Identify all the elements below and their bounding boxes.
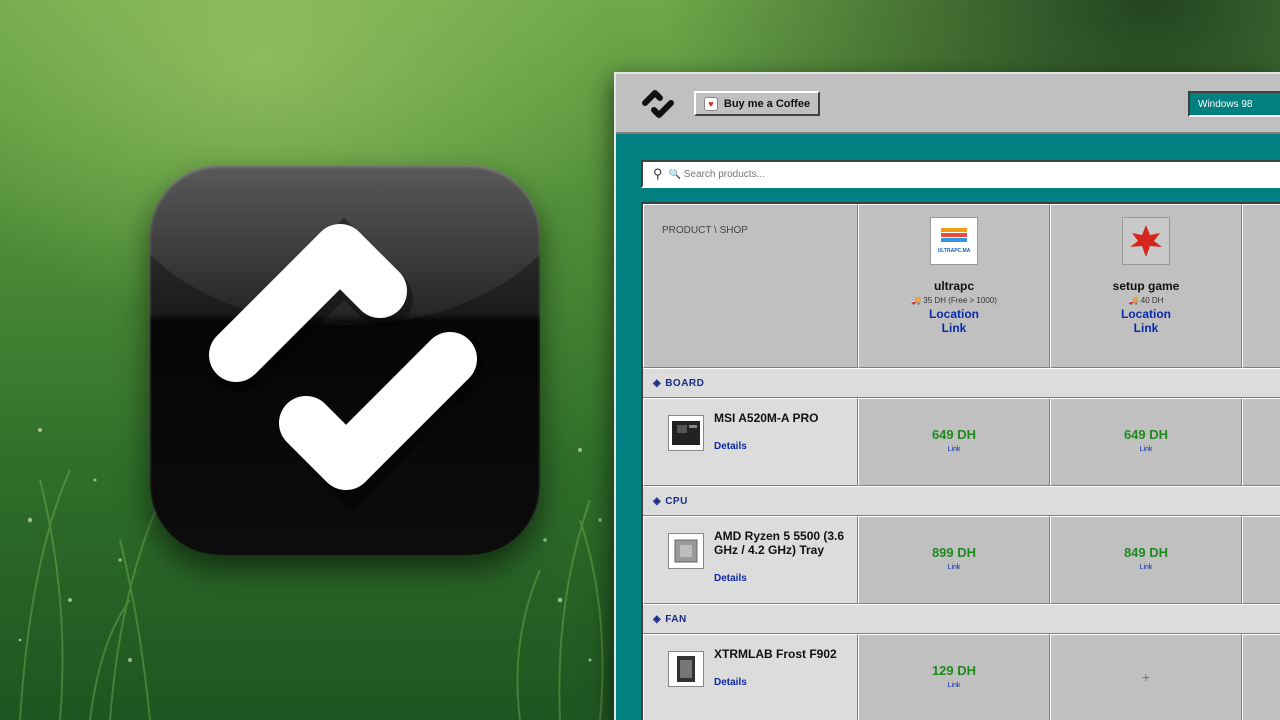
product-cell: AMD Ryzen 5 5500 (3.6 GHz / 4.2 GHz) Tra… (643, 516, 858, 604)
layers-icon: ◈ (653, 378, 662, 389)
truck-icon: 🚚 (1128, 296, 1139, 305)
price-cell: 649 DH Link (1050, 398, 1242, 486)
price-link[interactable]: Link (859, 682, 1049, 689)
shop-link[interactable]: Link (859, 321, 1049, 335)
svg-text:ULTRAPC.MA: ULTRAPC.MA (938, 248, 971, 254)
layers-icon: ◈ (653, 496, 662, 507)
category-row-board: ◈ BOARD (643, 368, 1280, 398)
buy-coffee-label: Buy me a Coffee (723, 97, 811, 110)
product-details-link[interactable]: Details (714, 573, 747, 584)
category-row-cpu: ◈ CPU (643, 486, 1280, 516)
shop-logo-setup-game (1122, 217, 1170, 265)
theme-select-value: Windows 98 (1198, 99, 1253, 110)
price-cell-partial (1242, 516, 1280, 604)
search-icon: ⚲ (653, 166, 663, 181)
price-cell: 849 DH Link (1050, 516, 1242, 604)
shop-header-setup-game: setup game 🚚 40 DH Location Link (1050, 204, 1242, 368)
shop-name: ultrapc (933, 279, 974, 293)
price-value: 849 DH (1123, 545, 1169, 560)
price-cell-partial (1242, 398, 1280, 486)
corner-label: PRODUCT \ SHOP (662, 225, 748, 236)
price-value: 649 DH (1123, 427, 1169, 442)
category-name: FAN (665, 614, 687, 625)
price-comparison-table: PRODUCT \ SHOP ULTRAPC.MA ultrapc 🚚 35 D… (641, 202, 1280, 720)
search-bar: ⚲ (641, 160, 1280, 188)
category-row-fan: ◈ FAN (643, 604, 1280, 634)
top-bar: ♥ Buy me a Coffee Windows 98 (616, 74, 1280, 134)
product-cell: XTRMLAB Frost F902 Details (643, 634, 858, 720)
truck-icon: 🚚 (911, 296, 922, 305)
coffee-heart-icon: ♥ (703, 96, 718, 111)
search-input[interactable] (668, 168, 1229, 180)
app-icon (150, 165, 540, 555)
price-link[interactable]: Link (859, 446, 1049, 453)
shop-location-link[interactable]: Location (1051, 307, 1241, 321)
product-name: AMD Ryzen 5 5500 (3.6 GHz / 4.2 GHz) Tra… (714, 529, 845, 557)
shop-location-link[interactable]: Location (859, 307, 1049, 321)
category-name: CPU (665, 496, 688, 507)
product-thumbnail (668, 415, 704, 451)
app-window: ♥ Buy me a Coffee Windows 98 ⚲ PRODUCT \… (614, 72, 1280, 720)
price-value: 899 DH (931, 545, 977, 560)
shop-header-ultrapc: ULTRAPC.MA ultrapc 🚚 35 DH (Free > 1000)… (858, 204, 1050, 368)
category-name: BOARD (665, 378, 705, 389)
layers-icon: ◈ (653, 614, 662, 625)
price-cell: 129 DH Link (858, 634, 1050, 720)
product-name: XTRMLAB Frost F902 (714, 647, 837, 661)
shop-shipping: 🚚 35 DH (Free > 1000) (911, 296, 997, 305)
price-cell: 649 DH Link (858, 398, 1050, 486)
price-value: 649 DH (931, 427, 977, 442)
theme-select[interactable]: Windows 98 (1188, 91, 1280, 117)
shop-name: setup game (1112, 279, 1180, 293)
shop-shipping: 🚚 40 DH (1128, 296, 1164, 305)
product-thumbnail (668, 651, 704, 687)
product-details-link[interactable]: Details (714, 677, 747, 688)
app-logo-icon (209, 217, 483, 513)
price-link[interactable]: Link (1051, 446, 1241, 453)
price-value: 129 DH (931, 663, 977, 678)
price-cell-empty: + (1050, 634, 1242, 720)
shop-link[interactable]: Link (1051, 321, 1241, 335)
price-link[interactable]: Link (1051, 564, 1241, 571)
product-name: MSI A520M-A PRO (714, 411, 819, 425)
product-thumbnail (668, 533, 704, 569)
shop-logo-ultrapc: ULTRAPC.MA (930, 217, 978, 265)
shop-header-partial (1242, 204, 1280, 368)
buy-coffee-button[interactable]: ♥ Buy me a Coffee (694, 91, 820, 116)
app-logo-icon[interactable] (640, 86, 678, 122)
price-cell-partial (1242, 634, 1280, 720)
product-details-link[interactable]: Details (714, 441, 747, 452)
product-cell: MSI A520M-A PRO Details (643, 398, 858, 486)
table-corner-header: PRODUCT \ SHOP (643, 204, 858, 368)
price-cell: 899 DH Link (858, 516, 1050, 604)
price-link[interactable]: Link (859, 564, 1049, 571)
add-price-button[interactable]: + (1051, 669, 1241, 685)
